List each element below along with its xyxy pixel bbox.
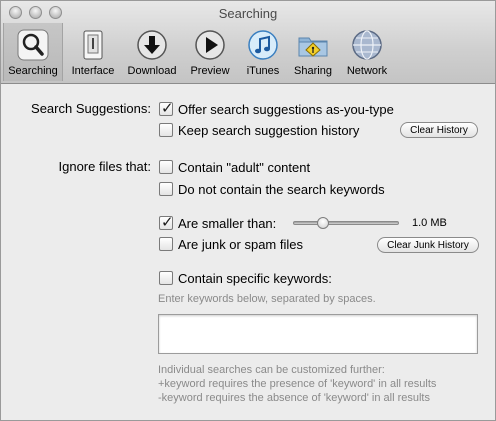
note-line: -keyword requires the absence of 'keywor… <box>158 392 430 404</box>
sharing-folder-icon <box>297 29 329 61</box>
no-keywords-option[interactable]: Do not contain the search keywords <box>159 180 385 198</box>
tab-preview[interactable]: Preview <box>181 23 239 81</box>
size-slider-track[interactable] <box>293 217 399 229</box>
adult-content-text: Contain "adult" content <box>178 159 311 175</box>
smaller-than-checkbox[interactable] <box>159 213 174 231</box>
keep-history-option[interactable]: Keep search suggestion history <box>159 121 359 139</box>
tab-label: Searching <box>8 65 58 77</box>
adult-content-checkbox[interactable] <box>159 160 173 174</box>
tab-interface[interactable]: Interface <box>63 23 123 81</box>
download-icon <box>136 29 168 61</box>
title-bar: Searching Searching Interface Download P… <box>1 1 495 84</box>
clear-history-button[interactable]: Clear History <box>400 122 478 138</box>
ignore-files-label: Ignore files that: <box>58 159 152 174</box>
tab-label: Sharing <box>294 65 332 77</box>
junk-spam-checkbox[interactable] <box>159 237 173 251</box>
preferences-content: Search Suggestions: Offer search suggest… <box>1 85 495 420</box>
no-keywords-text: Do not contain the search keywords <box>178 181 385 197</box>
tab-label: iTunes <box>246 65 280 77</box>
smaller-than-text: Are smaller than: <box>178 215 277 231</box>
specific-keywords-text: Contain specific keywords: <box>178 270 332 286</box>
size-value: 1.0 MB <box>412 217 447 229</box>
offer-suggestions-checkbox[interactable] <box>159 99 174 117</box>
clear-junk-history-button[interactable]: Clear Junk History <box>377 237 479 253</box>
keywords-textarea[interactable] <box>158 314 478 354</box>
size-slider-knob[interactable] <box>317 217 330 229</box>
tab-label: Download <box>127 65 177 77</box>
preferences-window: Searching Searching Interface Download P… <box>0 0 496 421</box>
tab-sharing[interactable]: Sharing <box>287 23 339 81</box>
play-icon <box>194 29 226 61</box>
junk-spam-text: Are junk or spam files <box>178 236 303 252</box>
keep-history-checkbox[interactable] <box>159 123 173 137</box>
no-keywords-checkbox[interactable] <box>159 182 173 196</box>
tab-searching[interactable]: Searching <box>3 23 63 81</box>
offer-suggestions-text: Offer search suggestions as-you-type <box>178 101 394 117</box>
magnifier-icon <box>17 29 49 61</box>
window-title: Searching <box>218 6 278 21</box>
note-line: Individual searches can be customized fu… <box>158 364 385 376</box>
specific-keywords-checkbox[interactable] <box>159 271 173 285</box>
offer-suggestions-option[interactable]: Offer search suggestions as-you-type <box>159 99 394 118</box>
tab-label: Preview <box>190 65 230 77</box>
keywords-hint: Enter keywords below, separated by space… <box>158 293 376 305</box>
tab-itunes[interactable]: iTunes <box>239 23 287 81</box>
specific-keywords-option[interactable]: Contain specific keywords: <box>159 269 332 287</box>
keep-history-text: Keep search suggestion history <box>178 122 360 138</box>
tab-download[interactable]: Download <box>123 23 181 81</box>
preferences-toolbar: Searching Interface Download Preview iTu… <box>3 23 395 81</box>
note-line: +keyword requires the presence of 'keywo… <box>158 378 437 390</box>
search-suggestions-label: Search Suggestions: <box>31 101 151 116</box>
smaller-than-option[interactable]: Are smaller than: <box>159 213 277 232</box>
tab-network[interactable]: Network <box>339 23 395 81</box>
keywords-notes: Individual searches can be customized fu… <box>158 363 436 405</box>
itunes-icon <box>247 29 279 61</box>
tab-label: Interface <box>71 65 115 77</box>
junk-spam-option[interactable]: Are junk or spam files <box>159 235 303 253</box>
interface-icon <box>77 29 109 61</box>
tab-label: Network <box>346 65 388 77</box>
adult-content-option[interactable]: Contain "adult" content <box>159 158 310 176</box>
network-globe-icon <box>351 29 383 61</box>
